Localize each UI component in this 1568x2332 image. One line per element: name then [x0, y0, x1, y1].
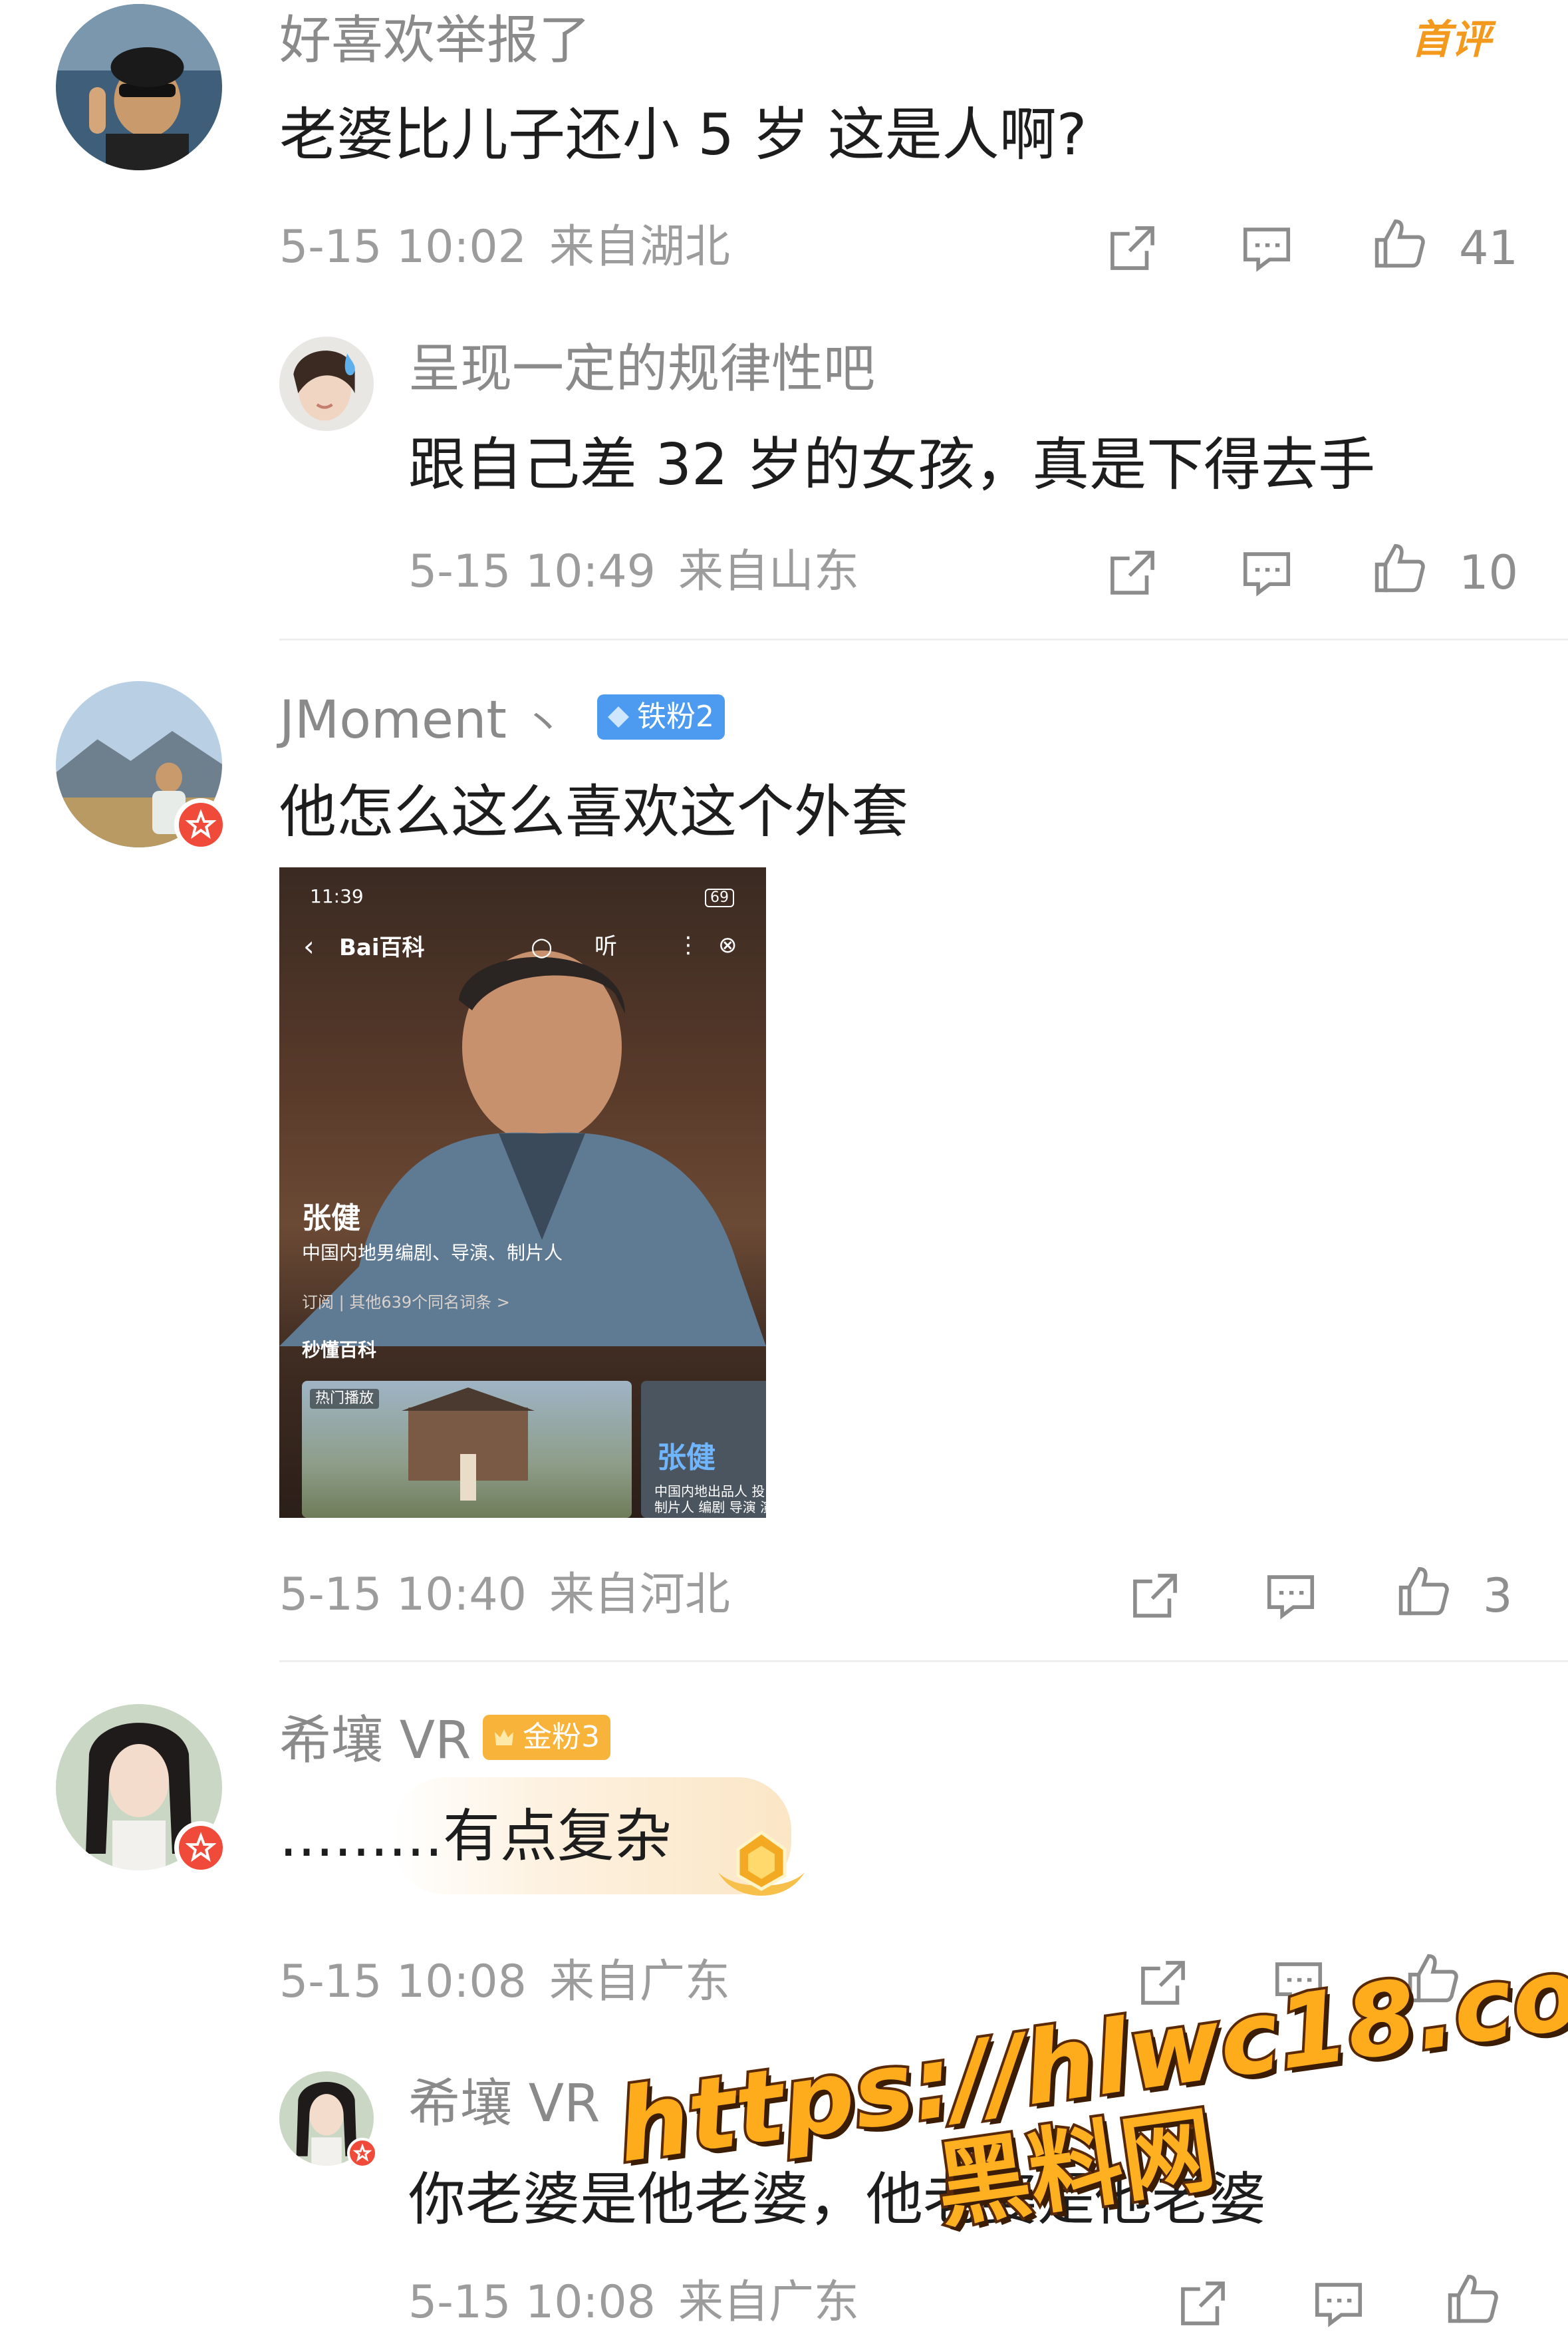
- like-icon[interactable]: [1395, 1562, 1452, 1619]
- comment-time: 5-15 10:02: [279, 221, 527, 273]
- card-desc: 制片人 编剧 导演 演: [654, 1499, 766, 1515]
- subscribe-row: 订阅 | 其他639个同名词条 >: [302, 1293, 510, 1312]
- baike-logo: Bai百科: [339, 935, 425, 961]
- share-icon[interactable]: [1126, 1567, 1184, 1624]
- username-suffix: 丶: [523, 701, 563, 748]
- back-icon: ‹: [303, 930, 315, 962]
- like-icon[interactable]: [1371, 539, 1428, 596]
- avatar[interactable]: [279, 337, 374, 431]
- video-card: 张健 中国内地出品人 投 制片人 编剧 导演 演: [641, 1381, 766, 1518]
- comment-location: 来自河北: [549, 1568, 730, 1621]
- comment-text: 他怎么这么喜欢这个外套: [279, 779, 908, 845]
- fan-badge-label: 铁粉2: [637, 700, 714, 734]
- comment-image[interactable]: 11:39 69 ‹ Bai百科 ○ 听 ⋮ ⊗ 张健 中国内地男编剧、导演、制…: [279, 867, 766, 1518]
- bubble-emblem-icon: [712, 1822, 811, 1909]
- crown-icon: [495, 1729, 513, 1745]
- reply-username[interactable]: 希壤 VR: [408, 2078, 600, 2130]
- comment-icon[interactable]: [1238, 219, 1295, 277]
- reply-time: 5-15 10:49: [408, 545, 656, 598]
- person-description: 中国内地男编剧、导演、制片人: [302, 1242, 563, 1264]
- video-card: 热门播放: [302, 1381, 632, 1518]
- more-icon: ⋮: [677, 932, 700, 958]
- verified-badge-icon: [347, 2138, 378, 2168]
- avatar[interactable]: [56, 4, 222, 170]
- video-tag: 热门播放: [310, 1389, 380, 1409]
- share-icon[interactable]: [1174, 2275, 1232, 2332]
- comment-icon[interactable]: [1262, 1567, 1319, 1624]
- card-desc: 中国内地出品人 投: [654, 1483, 765, 1499]
- fan-badge: 金粉3: [483, 1715, 610, 1760]
- comment-username[interactable]: 希壤 VR: [279, 1715, 471, 1767]
- status-time: 11:39: [310, 885, 364, 907]
- reply-time: 5-15 10:08: [408, 2276, 656, 2329]
- reply-username[interactable]: 呈现一定的规律性吧: [408, 343, 875, 395]
- like-count: 3: [1483, 1568, 1513, 1623]
- like-icon[interactable]: [1371, 214, 1428, 271]
- comment-icon[interactable]: [1238, 544, 1295, 601]
- divider: [279, 1660, 1568, 1662]
- fan-badge: 铁粉2: [597, 694, 725, 740]
- diamond-icon: [608, 706, 629, 728]
- comment-time: 5-15 10:08: [279, 1956, 527, 2008]
- share-icon[interactable]: [1104, 544, 1161, 601]
- search-icon: ○: [531, 932, 553, 961]
- reply-location: 来自广东: [678, 2276, 859, 2329]
- listen-label: 听: [594, 933, 617, 960]
- comment-icon[interactable]: [1310, 2275, 1367, 2332]
- comment-meta: 5-15 10:40 来自河北: [279, 1572, 730, 1618]
- comment-location: 来自广东: [549, 1956, 730, 2008]
- first-comment-tag: 首评: [1411, 17, 1491, 63]
- battery-indicator: 69: [705, 889, 734, 907]
- fan-badge-label: 金粉3: [523, 1720, 600, 1754]
- person-name: 张健: [302, 1201, 360, 1235]
- comment-meta: 5-15 10:02 来自湖北: [279, 225, 730, 270]
- divider: [279, 639, 1568, 641]
- reply-text: 跟自己差 32 岁的女孩，真是下得去手: [408, 432, 1376, 498]
- comment-username[interactable]: 好喜欢举报了: [279, 15, 590, 67]
- verified-badge-icon: [174, 1821, 227, 1874]
- section-title: 秒懂百科: [302, 1339, 377, 1361]
- comment-meta: 5-15 10:08 来自广东: [279, 1960, 730, 2005]
- reply-meta: 5-15 10:49 来自山东: [408, 549, 859, 595]
- reply-meta: 5-15 10:08 来自广东: [408, 2280, 859, 2325]
- comment-text: .........有点复杂: [279, 1803, 672, 1870]
- like-icon[interactable]: [1444, 2269, 1502, 2327]
- username-text[interactable]: JMoment: [279, 690, 507, 750]
- card-name: 张健: [657, 1441, 716, 1475]
- reply-location: 来自山东: [678, 545, 859, 598]
- like-count: 41: [1459, 221, 1519, 275]
- like-count: 10: [1459, 545, 1519, 600]
- comment-time: 5-15 10:40: [279, 1568, 527, 1621]
- verified-badge-icon: [174, 798, 227, 851]
- share-icon[interactable]: [1104, 219, 1161, 277]
- close-icon: ⊗: [718, 932, 737, 958]
- comment-location: 来自湖北: [549, 221, 730, 273]
- comment-username[interactable]: JMoment 丶: [279, 694, 563, 746]
- comment-text: 老婆比儿子还小 5 岁 这是人啊?: [279, 102, 1087, 168]
